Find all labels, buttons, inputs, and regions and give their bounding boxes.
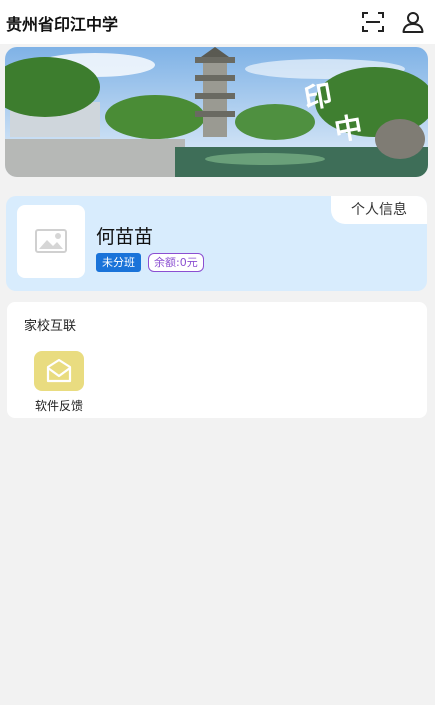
feedback-label: 软件反馈 [34, 399, 83, 413]
user-icon[interactable] [401, 10, 425, 34]
section-title: 家校互联 [24, 319, 77, 334]
banner-overlay-char-2: 中 [332, 110, 365, 147]
feedback-entry[interactable]: 软件反馈 [27, 350, 91, 414]
banner-image[interactable]: 印 中 [5, 47, 428, 177]
scan-icon[interactable] [361, 10, 385, 34]
mail-icon [46, 358, 72, 383]
profile-card[interactable]: 个人信息 何苗苗 未分班 余额:0元 [6, 196, 427, 291]
home-school-section: 家校互联 软件反馈 [7, 302, 427, 418]
image-placeholder-icon [35, 229, 67, 253]
balance-badge: 余额:0元 [148, 253, 204, 272]
personal-info-tab[interactable]: 个人信息 [331, 196, 427, 224]
app-header: 贵州省印江中学 [0, 0, 435, 44]
app-title: 贵州省印江中学 [6, 15, 119, 34]
class-status-badge: 未分班 [96, 253, 141, 272]
student-name: 何苗苗 [96, 226, 154, 248]
avatar[interactable] [17, 205, 85, 278]
banner-overlay-char-1: 印 [302, 78, 335, 115]
feedback-tile[interactable] [34, 351, 84, 391]
